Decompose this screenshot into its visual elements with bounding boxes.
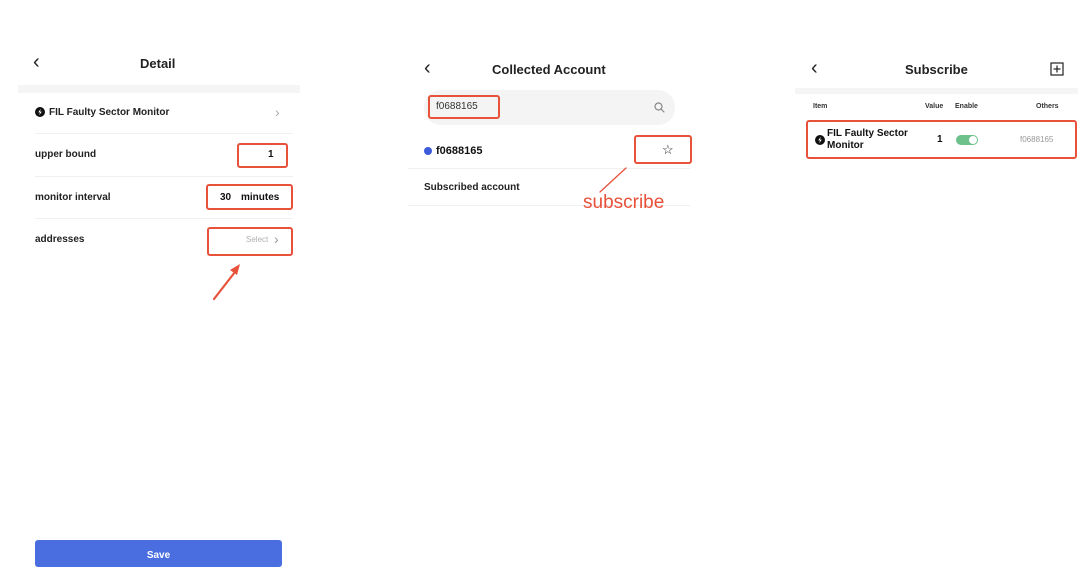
chevron-right-icon: › bbox=[275, 104, 280, 120]
column-header-others: Others bbox=[1036, 103, 1059, 110]
divider bbox=[35, 176, 293, 177]
page-title: Detail bbox=[140, 56, 176, 71]
page-title: Subscribe bbox=[905, 62, 968, 77]
column-header-value: Value bbox=[925, 103, 944, 110]
save-button[interactable]: Save bbox=[35, 540, 282, 567]
monitor-interval-input[interactable]: 30 bbox=[220, 192, 231, 203]
divider bbox=[408, 168, 690, 169]
monitor-name: FIL Faulty Sector Monitor bbox=[49, 107, 170, 118]
account-address: f0688165 bbox=[436, 145, 483, 157]
page-title: Collected Account bbox=[492, 62, 606, 77]
monitor-row[interactable]: FIL Faulty Sector Monitor › bbox=[35, 104, 285, 124]
back-chevron-icon[interactable]: ‹ bbox=[33, 52, 40, 72]
plus-square-icon[interactable] bbox=[1050, 62, 1064, 76]
back-chevron-icon[interactable]: ‹ bbox=[811, 58, 818, 78]
upper-bound-input[interactable]: 1 bbox=[268, 149, 274, 160]
highlight-box bbox=[428, 95, 500, 119]
status-dot bbox=[424, 147, 432, 155]
addresses-select[interactable]: Select › bbox=[244, 231, 288, 249]
save-button-label: Save bbox=[146, 550, 171, 561]
monitor-interval-label: monitor interval bbox=[35, 192, 111, 203]
column-header-enable: Enable bbox=[955, 103, 978, 110]
divider bbox=[35, 218, 293, 219]
monitor-icon bbox=[35, 107, 45, 117]
upper-bound-label: upper bound bbox=[35, 149, 97, 160]
back-chevron-icon[interactable]: ‹ bbox=[424, 58, 431, 78]
subscribe-annotation: subscribe bbox=[583, 192, 665, 213]
header-divider bbox=[795, 88, 1078, 94]
highlight-box bbox=[237, 143, 288, 168]
arrow-icon bbox=[599, 167, 627, 193]
star-icon[interactable]: ☆ bbox=[662, 142, 674, 158]
search-icon[interactable] bbox=[654, 102, 665, 113]
chevron-right-icon: › bbox=[274, 231, 279, 247]
subscribed-account-label: Subscribed account bbox=[424, 182, 520, 193]
addresses-select-placeholder: Select bbox=[246, 235, 269, 244]
arrow-icon bbox=[212, 264, 240, 301]
monitor-interval-unit: minutes bbox=[241, 192, 280, 203]
divider bbox=[35, 133, 293, 134]
column-header-item: Item bbox=[813, 103, 828, 110]
header-divider bbox=[18, 85, 300, 93]
addresses-label: addresses bbox=[35, 234, 85, 245]
highlight-box bbox=[806, 120, 1077, 159]
